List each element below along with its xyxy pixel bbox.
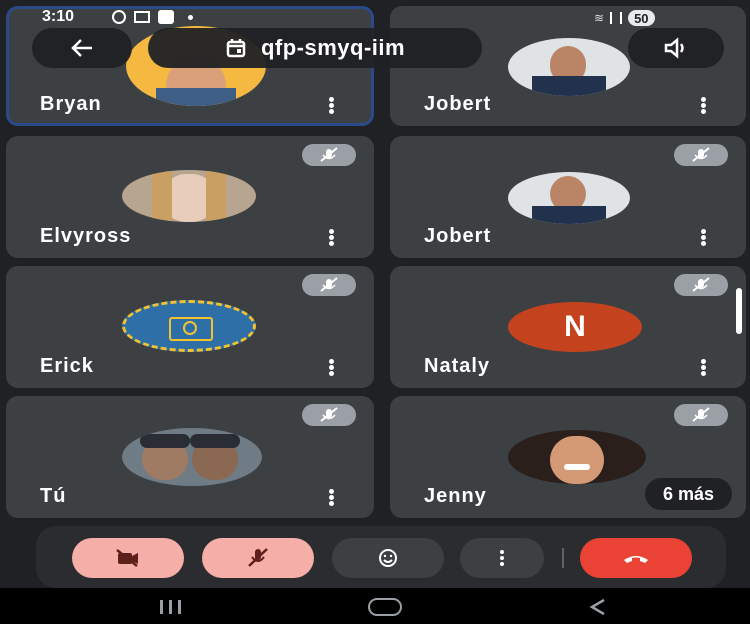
- participant-name: Jobert: [424, 93, 492, 115]
- avatar-jobert: [508, 38, 630, 96]
- hangup-icon: [624, 556, 648, 563]
- participant-tile-erick[interactable]: Erick: [6, 266, 374, 388]
- hangup-button[interactable]: [580, 538, 692, 578]
- participant-name: Nataly: [424, 355, 491, 377]
- participant-name: Elvyross: [40, 225, 132, 247]
- avatar-initial: N: [564, 310, 586, 343]
- meeting-code: qfp-smyq-iim: [260, 35, 406, 60]
- system-nav-bar: [0, 588, 750, 624]
- mic-off-icon: [302, 404, 356, 426]
- more-options-icon[interactable]: [700, 96, 706, 114]
- calendar-icon: [226, 39, 246, 58]
- speaker-icon: [664, 37, 684, 59]
- more-options-icon[interactable]: [328, 488, 334, 506]
- participant-tile-jobert-2[interactable]: Jobert: [390, 136, 746, 258]
- more-options-icon[interactable]: [328, 96, 334, 114]
- more-options-icon[interactable]: [700, 358, 706, 376]
- camera-off-icon: [116, 549, 138, 567]
- meeting-code-chip[interactable]: qfp-smyq-iim: [148, 28, 482, 68]
- back-arrow-icon: [71, 39, 92, 57]
- signal-icon: [610, 12, 623, 24]
- mic-off-icon: [302, 274, 356, 296]
- participant-tile-tu[interactable]: Tú: [6, 396, 374, 518]
- video-icon: [134, 11, 150, 23]
- more-options-icon[interactable]: [328, 228, 334, 246]
- participant-name: Erick: [40, 355, 94, 377]
- battery-icon: 50: [628, 10, 655, 26]
- avatar-jobert: [508, 172, 630, 224]
- mic-off-icon: [248, 548, 268, 567]
- meet-screen: Bryan Jobert Elvyross Jobert Erick N Nat…: [0, 0, 750, 624]
- participant-tile-nataly[interactable]: N Nataly: [390, 266, 746, 388]
- participant-name: Jobert: [424, 225, 492, 247]
- reactions-button[interactable]: [332, 538, 444, 578]
- more-participants-chip[interactable]: 6 más: [644, 478, 732, 510]
- whatsapp-icon: [112, 10, 126, 24]
- scroll-indicator[interactable]: [736, 288, 742, 334]
- participant-tile-jenny[interactable]: Jenny 6 más: [390, 396, 746, 518]
- mic-toggle-button[interactable]: [202, 538, 314, 578]
- back-button[interactable]: [32, 28, 132, 68]
- wifi-icon: ≋: [594, 11, 605, 25]
- dot-icon: [188, 14, 193, 20]
- app-icon: [158, 10, 174, 24]
- emoji-icon: [379, 549, 397, 567]
- speaker-button[interactable]: [628, 28, 724, 68]
- camera-toggle-button[interactable]: [72, 538, 184, 578]
- avatar-erick: [122, 300, 256, 352]
- more-vert-icon: [499, 548, 505, 568]
- avatar-nataly: N: [508, 302, 642, 352]
- back-nav-icon[interactable]: [588, 598, 608, 621]
- participant-name: Jenny: [424, 485, 487, 507]
- more-options-button[interactable]: [460, 538, 544, 578]
- participant-name: Tú: [40, 485, 67, 507]
- participant-name: Bryan: [40, 93, 102, 115]
- status-system-icons: ≋ 50: [594, 10, 655, 26]
- mic-off-icon: [674, 274, 728, 296]
- avatar-jenny: [508, 430, 646, 484]
- participant-tile-elvyross[interactable]: Elvyross: [6, 136, 374, 258]
- more-options-icon[interactable]: [328, 358, 334, 376]
- status-time: 3:10: [42, 8, 75, 25]
- divider: [562, 548, 564, 568]
- home-icon[interactable]: [368, 598, 402, 616]
- mic-off-icon: [674, 404, 728, 426]
- avatar-elvyross: [122, 170, 256, 222]
- status-notification-icons: [112, 10, 193, 24]
- recents-icon[interactable]: [160, 600, 181, 614]
- more-options-icon[interactable]: [700, 228, 706, 246]
- avatar-tu: [122, 428, 262, 486]
- mic-off-icon: [674, 144, 728, 166]
- mic-off-icon: [302, 144, 356, 166]
